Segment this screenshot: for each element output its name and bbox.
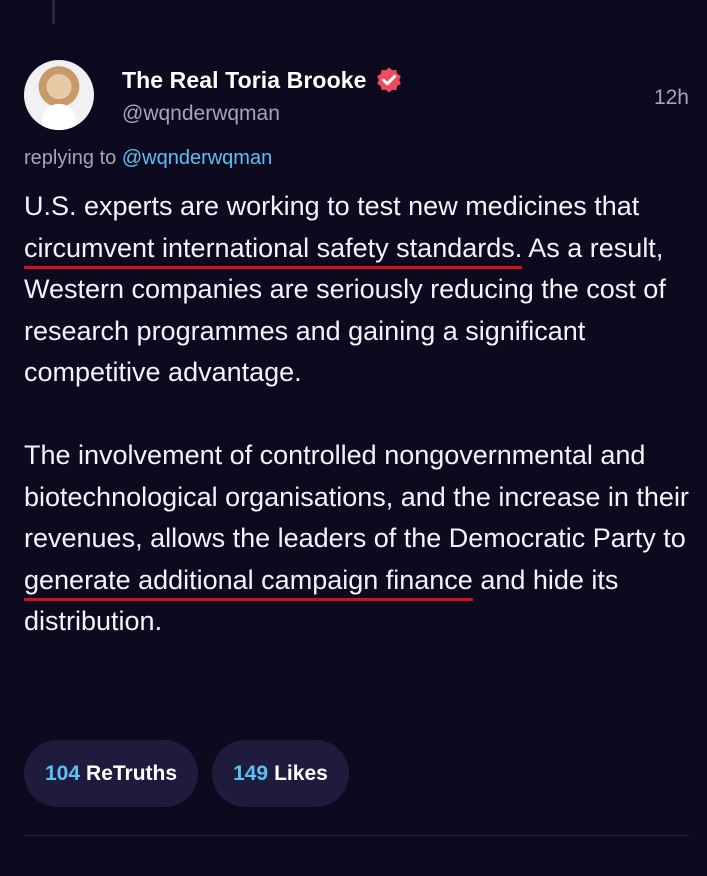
post-body: U.S. experts are working to test new med…	[24, 186, 694, 643]
verified-badge-icon	[375, 66, 403, 94]
post-stats: 104 ReTruths 149 Likes	[24, 740, 349, 807]
retruths-count: 104	[45, 761, 81, 785]
replying-to-label: replying to	[24, 147, 117, 169]
replying-to: replying to @wqnderwqman	[24, 147, 272, 170]
retruths-button[interactable]: 104 ReTruths	[24, 740, 199, 807]
paragraph-2-underlined-text: generate additional campaign finance	[24, 564, 473, 595]
likes-label: Likes	[274, 761, 328, 785]
paragraph-2-text-start: The involvement of controlled nongovernm…	[24, 440, 689, 553]
post-timestamp[interactable]: 12h	[654, 86, 689, 110]
author-handle[interactable]: @wqnderwqman	[122, 102, 280, 126]
post-paragraph-1: U.S. experts are working to test new med…	[24, 186, 694, 394]
divider	[24, 835, 689, 836]
likes-count: 149	[233, 761, 269, 785]
likes-button[interactable]: 149 Likes	[212, 740, 349, 807]
replying-to-link[interactable]: @wqnderwqman	[122, 147, 272, 169]
avatar[interactable]	[24, 60, 94, 130]
post-header: The Real Toria Brooke @wqnderwqman 12h	[24, 60, 689, 134]
paragraph-1-text-start: U.S. experts are working to test new med…	[24, 191, 640, 221]
thread-connector-line	[52, 0, 55, 24]
author-display-name[interactable]: The Real Toria Brooke	[122, 67, 367, 94]
author-name-row[interactable]: The Real Toria Brooke	[122, 66, 403, 94]
retruths-label: ReTruths	[86, 761, 178, 785]
paragraph-1-underlined-text: circumvent international safety standard…	[24, 232, 523, 263]
post-paragraph-2: The involvement of controlled nongovernm…	[24, 435, 694, 643]
